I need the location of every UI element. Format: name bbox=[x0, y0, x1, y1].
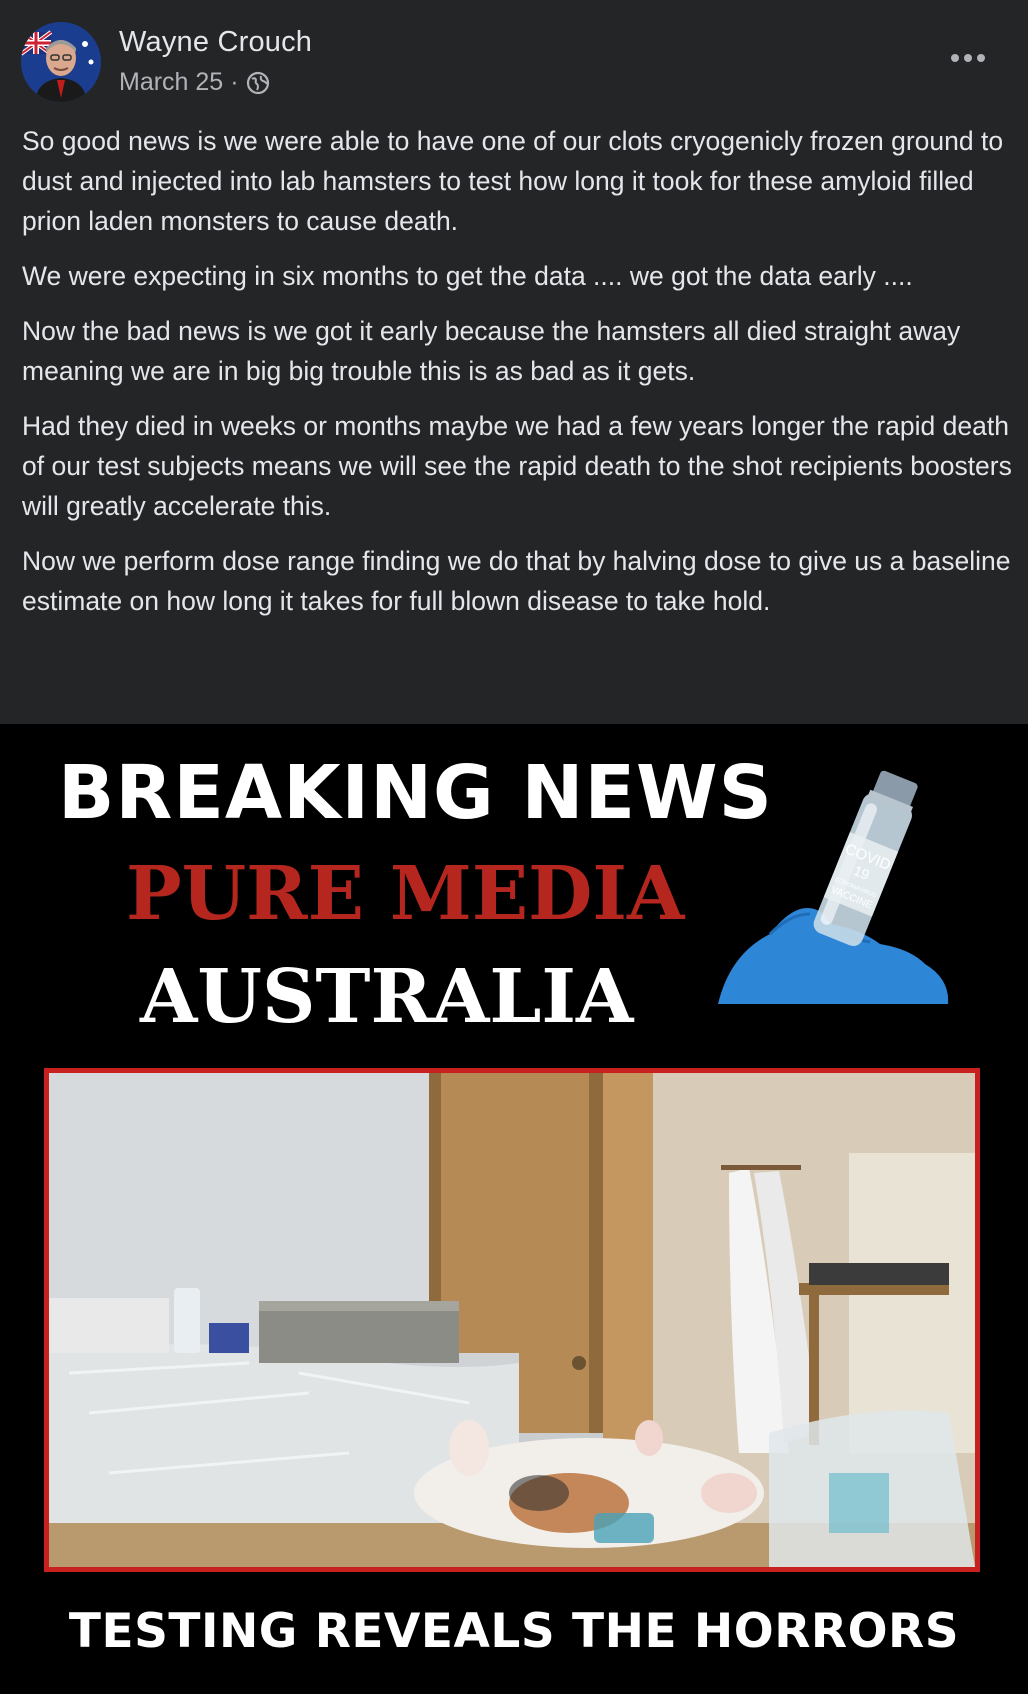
meta-separator: · bbox=[230, 68, 239, 96]
post-meta: March 25 · bbox=[119, 68, 270, 97]
globe-icon bbox=[246, 71, 270, 95]
lab-photo bbox=[44, 1068, 980, 1572]
lab-scene-image bbox=[49, 1073, 975, 1567]
post-image[interactable]: BREAKING NEWS PURE MEDIA AUSTRALIA COVID… bbox=[0, 724, 1028, 1694]
avatar-image bbox=[21, 22, 101, 102]
post-paragraph: We were expecting in six months to get t… bbox=[22, 261, 913, 291]
more-dot bbox=[964, 54, 972, 62]
more-options-icon[interactable] bbox=[944, 44, 992, 72]
post-paragraph: So good news is we were able to have one… bbox=[22, 126, 1004, 236]
post-paragraph: Now we perform dose range finding we do … bbox=[22, 546, 1011, 616]
vaccine-vial-graphic: COVID 19 CORONAVIRUS VACCINE bbox=[718, 770, 949, 1004]
headline-australia: AUSTRALIA bbox=[140, 954, 634, 1040]
author-name[interactable]: Wayne Crouch bbox=[119, 26, 312, 59]
more-dot bbox=[951, 54, 959, 62]
post-paragraph: Had they died in weeks or months maybe w… bbox=[22, 411, 1012, 521]
post-body: So good news is we were able to have one… bbox=[22, 121, 1012, 636]
headline-pure-media: PURE MEDIA bbox=[126, 851, 685, 937]
author-avatar[interactable] bbox=[21, 22, 101, 102]
headline-breaking-news: BREAKING NEWS bbox=[58, 750, 773, 836]
post-card: Wayne Crouch March 25 · So good news is … bbox=[0, 0, 1028, 724]
more-dot bbox=[977, 54, 985, 62]
post-paragraph: Now the bad news is we got it early beca… bbox=[22, 316, 961, 386]
image-caption: TESTING REVEALS THE HORRORS bbox=[68, 1604, 960, 1659]
post-date[interactable]: March 25 bbox=[119, 68, 223, 97]
